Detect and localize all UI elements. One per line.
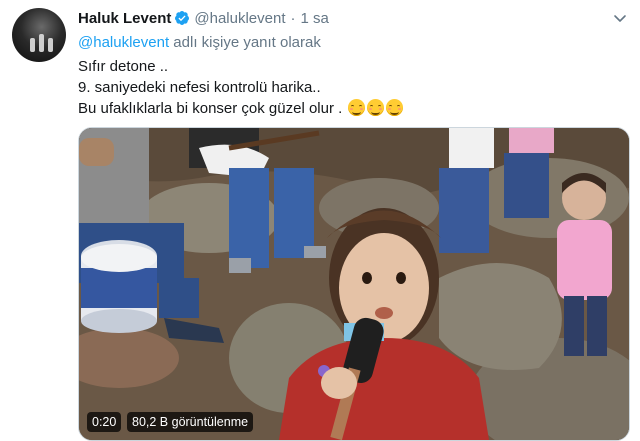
tweet-header: Haluk Levent @haluklevent · 1 sa <box>78 10 329 28</box>
smiling-face-icon <box>386 99 404 116</box>
tweet-line: 9. saniyedeki nefesi kontrolü harika.. <box>78 79 321 96</box>
user-handle[interactable]: @haluklevent <box>194 10 285 27</box>
reply-context-text: adlı kişiye yanıt olarak <box>173 34 321 51</box>
avatar-figure <box>30 38 35 52</box>
avatar-figure <box>39 34 44 52</box>
tweet-timestamp[interactable]: 1 sa <box>301 10 329 27</box>
reply-context: @haluklevent adlı kişiye yanıt olarak <box>78 34 321 51</box>
avatar-figure <box>48 38 53 52</box>
tweet-text: Sıfır detone .. 9. saniyedeki nefesi kon… <box>78 56 404 119</box>
profile-avatar[interactable] <box>12 8 66 62</box>
display-name[interactable]: Haluk Levent <box>78 10 171 27</box>
video-player[interactable]: 0:20 80,2 B görüntülenme <box>78 127 630 441</box>
smiling-face-icon <box>348 99 366 116</box>
smiling-face-icon <box>367 99 385 116</box>
tweet-line: Sıfır detone .. <box>78 58 169 75</box>
tweet-line: Bu ufaklıklarla bi konser çok güzel olur… <box>78 98 404 119</box>
video-frame-illustration <box>79 128 629 440</box>
reply-mention-link[interactable]: @haluklevent <box>78 34 169 51</box>
separator-dot: · <box>290 10 296 27</box>
more-options-chevron-down-icon[interactable] <box>612 10 628 26</box>
video-views-badge: 80,2 B görüntülenme <box>127 412 254 432</box>
verified-badge-icon <box>174 10 190 26</box>
video-duration-badge: 0:20 <box>87 412 122 432</box>
tweet-line-text: Bu ufaklıklarla bi konser çok güzel olur… <box>78 100 343 117</box>
